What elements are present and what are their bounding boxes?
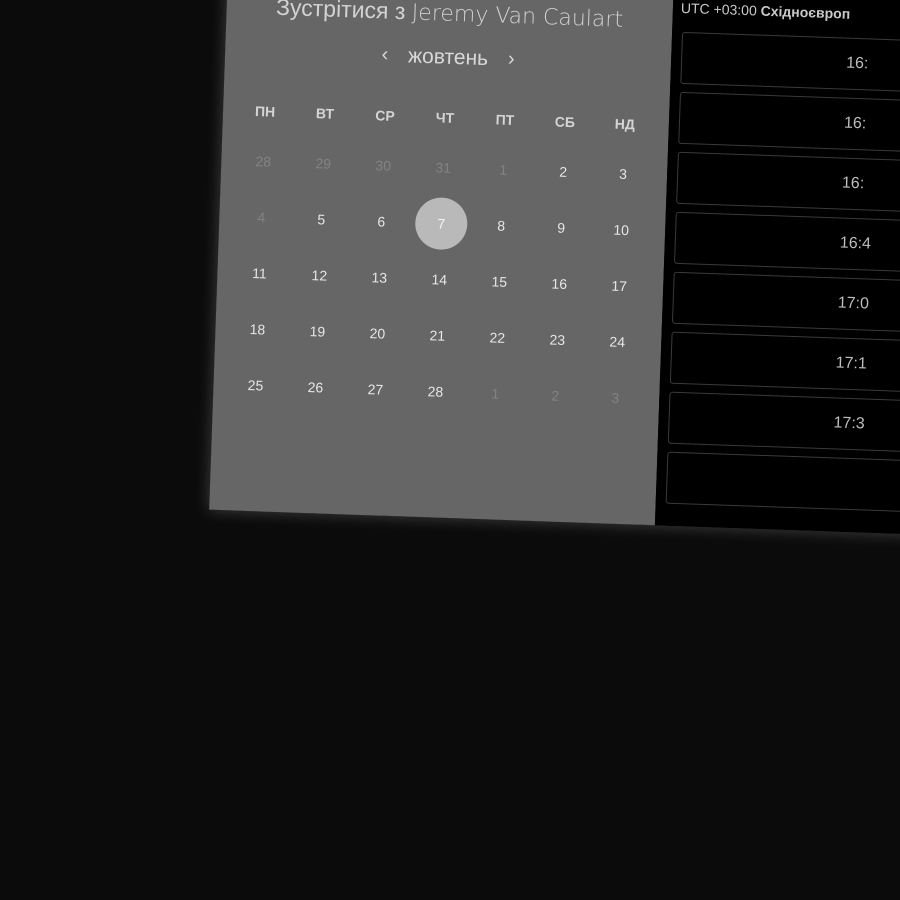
title-prefix: Зустрітися з (275, 0, 406, 25)
timeslot-button[interactable]: 16: (678, 91, 900, 153)
calendar-day[interactable]: 11 (229, 258, 290, 288)
weekday-label: СБ (554, 113, 576, 131)
calendar-day[interactable]: 18 (227, 314, 288, 344)
month-navigation: ‹ жовтень › (225, 38, 672, 78)
timezone-offset: UTC +03:00 (680, 0, 758, 19)
weekday-label: ПТ (495, 111, 515, 129)
month-label: жовтень (407, 44, 489, 71)
next-month-chevron-icon[interactable]: › (500, 48, 523, 72)
calendar-day[interactable]: 12 (289, 260, 350, 290)
calendar-day[interactable]: 13 (349, 262, 410, 292)
calendar-day-outside-month: 2 (551, 387, 560, 404)
scheduling-card: Зустрітися з Jeremy Van Caulart ‹ жовтен… (209, 0, 900, 535)
calendar-day[interactable]: 27 (345, 374, 406, 404)
calendar-day[interactable]: 6 (351, 206, 412, 236)
calendar-grid: 28 29 30 31 1 2 3 4 5 6 7 8 9 10 11 12 1… (224, 140, 654, 434)
calendar-day[interactable]: 23 (527, 325, 588, 355)
weekday-label: ВТ (315, 105, 335, 122)
weekday-label: ЧТ (435, 109, 455, 126)
weekday-label: НД (614, 115, 636, 133)
timeslot-button[interactable]: 17:0 (671, 271, 900, 333)
calendar-day[interactable]: 20 (347, 318, 408, 348)
calendar-day[interactable]: 19 (287, 316, 348, 346)
calendar-day[interactable]: 8 (471, 211, 532, 241)
calendar-day-outside-month: 1 (491, 385, 500, 402)
timeslot-button[interactable]: 17:3 (667, 391, 900, 453)
screen: Зустрітися з Jeremy Van Caulart ‹ жовтен… (0, 0, 900, 900)
timeslot-button[interactable]: 17:1 (669, 331, 900, 393)
timeslot-button[interactable] (665, 451, 900, 513)
calendar-day-outside-month: 31 (435, 159, 452, 176)
calendar-day-outside-month: 28 (255, 153, 272, 170)
calendar-day[interactable]: 28 (405, 376, 466, 406)
calendar-day[interactable]: 2 (533, 157, 594, 187)
calendar-day[interactable]: 25 (225, 370, 286, 400)
calendar-day[interactable]: 9 (531, 213, 592, 243)
calendar-day[interactable]: 26 (285, 372, 346, 402)
calendar-day-outside-month: 29 (315, 155, 332, 172)
calendar-day[interactable]: 10 (591, 215, 652, 245)
calendar-day-selected[interactable]: 7 (411, 209, 472, 239)
calendar-day[interactable]: 5 (291, 204, 352, 234)
timeslot-button[interactable]: 16: (676, 151, 900, 213)
prev-month-chevron-icon[interactable]: ‹ (373, 43, 396, 67)
timezone-selector[interactable]: UTC +03:00 Східноєвроп (681, 0, 851, 22)
meeting-title: Зустрітися з Jeremy Van Caulart (226, 0, 673, 35)
calendar-day[interactable]: 14 (409, 265, 470, 295)
calendar-day[interactable]: 15 (469, 267, 530, 297)
calendar-day[interactable]: 21 (407, 320, 468, 350)
calendar-day[interactable]: 17 (589, 271, 650, 301)
calendar-day[interactable]: 24 (587, 327, 648, 357)
weekday-header: ПН ВТ СР ЧТ ПТ СБ НД (235, 102, 655, 133)
timeslot-panel: UTC +03:00 Східноєвроп 16: 16: 16: 16:4 … (654, 0, 900, 535)
timezone-name: Східноєвроп (760, 2, 851, 22)
calendar-day[interactable]: 22 (467, 323, 528, 353)
calendar-day-past: 4 (257, 209, 266, 226)
calendar-day-past: 1 (499, 161, 508, 178)
host-name: Jeremy Van Caulart (411, 0, 624, 33)
calendar-day-outside-month: 30 (375, 157, 392, 174)
calendar-day[interactable]: 3 (593, 159, 654, 189)
calendar-panel: Зустрітися з Jeremy Van Caulart ‹ жовтен… (209, 0, 674, 526)
calendar-day-outside-month: 3 (611, 389, 620, 406)
timeslot-button[interactable]: 16:4 (674, 211, 900, 273)
weekday-label: СР (375, 107, 396, 124)
calendar-day[interactable]: 16 (529, 269, 590, 299)
timeslot-button[interactable]: 16: (680, 31, 900, 93)
weekday-label: ПН (254, 103, 276, 120)
